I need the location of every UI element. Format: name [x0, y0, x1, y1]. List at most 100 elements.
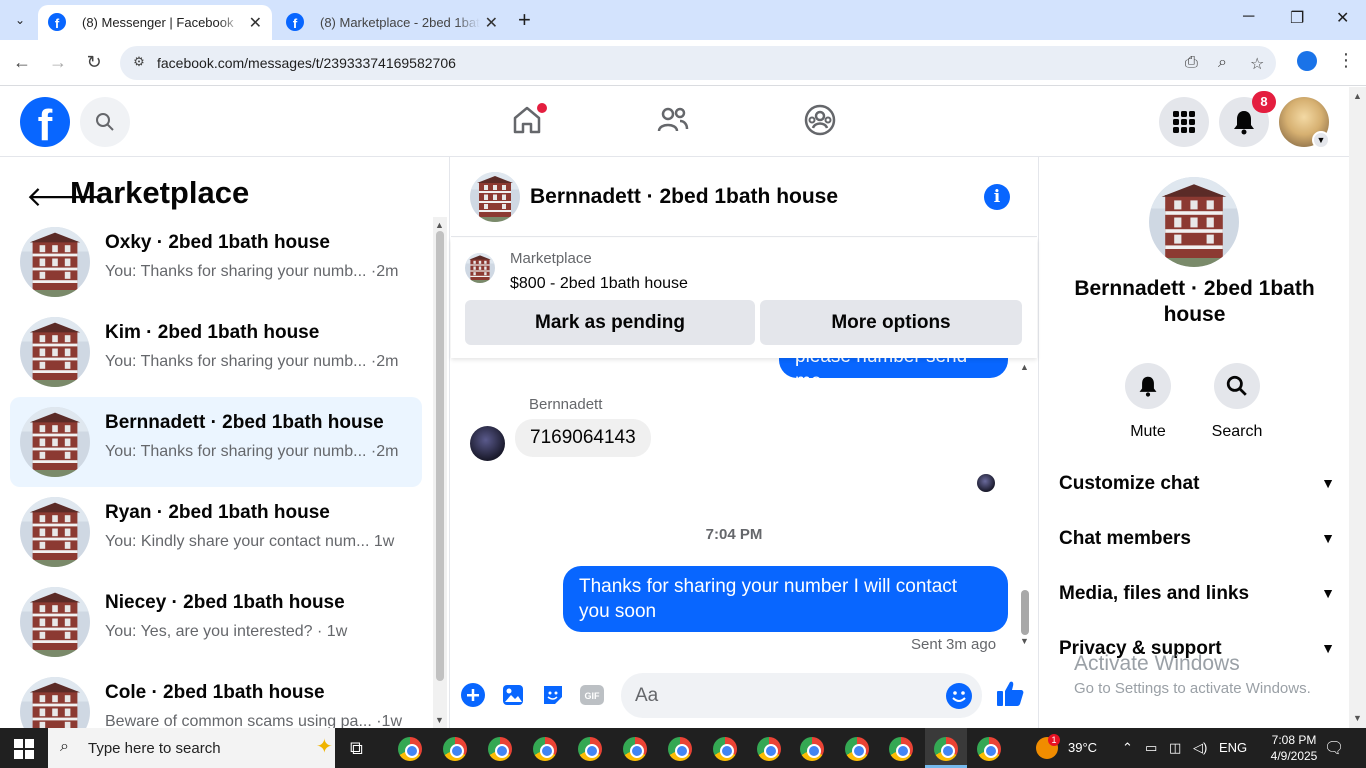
thumbs-up-icon[interactable] [995, 679, 1025, 709]
taskbar-clock[interactable]: 7:08 PM 4/9/2025 [1262, 732, 1326, 764]
network-icon[interactable]: ◫ [1169, 740, 1181, 756]
back-button[interactable]: ← [10, 52, 34, 73]
reload-button[interactable]: ↻ [82, 52, 106, 73]
conversation-item[interactable]: Cole · 2bed 1bath house Beware of common… [10, 667, 422, 728]
message-input[interactable] [635, 673, 935, 718]
outgoing-message: Thanks for sharing your number I will co… [563, 566, 1008, 632]
info-icon[interactable]: i [984, 184, 1010, 210]
tab-marketplace[interactable]: f (8) Marketplace - 2bed 1bath h ✕ [276, 5, 508, 40]
scrollbar-thumb[interactable] [436, 231, 444, 681]
page-scrollbar[interactable]: ▲ ▼ [1349, 87, 1366, 728]
restore-icon[interactable]: ❐ [1290, 8, 1304, 28]
chevron-down-icon[interactable]: ▼ [1312, 131, 1330, 149]
temperature[interactable]: 39°C [1068, 740, 1097, 755]
volume-icon[interactable]: ◁) [1193, 740, 1207, 756]
chrome-icon[interactable] [623, 737, 647, 761]
zoom-icon[interactable]: ⌕ [1218, 54, 1227, 72]
taskbar-search-placeholder: Type here to search [88, 740, 221, 757]
facebook-search-button[interactable] [80, 97, 130, 147]
mark-as-pending-button[interactable]: Mark as pending [465, 300, 755, 345]
gif-icon[interactable]: GIF [579, 682, 605, 708]
scroll-down-icon[interactable]: ▼ [1020, 636, 1029, 646]
close-window-icon[interactable]: ✕ [1336, 8, 1349, 28]
conversation-list-scrollbar[interactable]: ▲ ▼ [433, 217, 447, 728]
conversation-item[interactable]: Kim · 2bed 1bath house You: Thanks for s… [10, 307, 422, 397]
chrome-icon[interactable] [757, 737, 781, 761]
address-bar[interactable]: ⚙ facebook.com/messages/t/23933374169582… [120, 46, 1276, 80]
task-view-icon[interactable]: ⧉ [350, 738, 363, 759]
site-info-icon[interactable]: ⚙ [130, 54, 148, 72]
scroll-up-icon[interactable]: ▲ [435, 220, 444, 230]
chat-avatar-large[interactable] [1149, 177, 1239, 267]
tab-close-icon[interactable]: ✕ [249, 13, 262, 33]
tab-messenger[interactable]: f (8) Messenger | Facebook ✕ [38, 5, 272, 40]
chat-title[interactable]: Bernnadett · 2bed 1bath house [530, 185, 838, 209]
emoji-icon[interactable] [946, 683, 972, 709]
scroll-up-icon[interactable]: ▲ [1020, 362, 1029, 372]
chrome-icon[interactable] [668, 737, 692, 761]
conversation-item[interactable]: Oxky · 2bed 1bath house You: Thanks for … [10, 217, 422, 307]
scrollbar-thumb[interactable] [1021, 590, 1029, 635]
battery-icon[interactable]: ▭ [1145, 740, 1157, 756]
conversation-preview: You: Thanks for sharing your numb... ·2m [105, 353, 399, 370]
chrome-icon[interactable] [889, 737, 913, 761]
sticker-icon[interactable] [540, 682, 566, 708]
listing-title[interactable]: $800 - 2bed 1bath house [510, 275, 688, 293]
tab-close-icon[interactable]: ✕ [485, 13, 498, 33]
thread-scrollbar[interactable]: ▲ ▼ [1018, 358, 1032, 648]
windows-start-icon[interactable] [14, 739, 34, 759]
chrome-icon[interactable] [845, 737, 869, 761]
mute-button[interactable]: Mute [1108, 363, 1188, 441]
conversation-item-selected[interactable]: Bernnadett · 2bed 1bath house You: Thank… [10, 397, 422, 487]
url-text[interactable]: facebook.com/messages/t/2393337416958270… [157, 55, 456, 71]
scroll-down-icon[interactable]: ▼ [435, 715, 444, 725]
language-indicator[interactable]: ENG [1219, 740, 1247, 755]
notification-center-icon[interactable]: 🗨 [1324, 738, 1344, 758]
listing-thumbnail [20, 677, 90, 728]
chrome-icon[interactable] [934, 737, 958, 761]
chrome-icon[interactable] [443, 737, 467, 761]
nav-friends[interactable] [656, 103, 690, 142]
section-media-files-links[interactable]: Media, files and links ▼ [1059, 583, 1341, 623]
bookmark-star-icon[interactable]: ☆ [1250, 54, 1264, 74]
browser-menu-icon[interactable]: ⋮ [1337, 50, 1355, 71]
tab-search-chevron-icon[interactable]: ⌄ [8, 8, 32, 32]
install-app-icon[interactable]: ⎙ [1185, 54, 1198, 72]
section-chat-members[interactable]: Chat members ▼ [1059, 528, 1341, 568]
nav-groups[interactable] [803, 103, 837, 142]
menu-button[interactable] [1159, 97, 1209, 147]
section-customize-chat[interactable]: Customize chat ▼ [1059, 473, 1341, 513]
chevron-up-icon[interactable]: ⌃ [1122, 740, 1133, 756]
more-options-button[interactable]: More options [760, 300, 1022, 345]
forward-button[interactable]: → [46, 52, 70, 73]
conversation-item[interactable]: Ryan · 2bed 1bath house You: Kindly shar… [10, 487, 422, 577]
chrome-icon[interactable] [578, 737, 602, 761]
taskbar-search-box[interactable]: ⌕ Type here to search ✦ [48, 728, 335, 768]
browser-profile-icon[interactable] [1297, 51, 1317, 71]
new-tab-button[interactable]: + [518, 8, 531, 32]
chrome-icon[interactable] [977, 737, 1001, 761]
listing-thumbnail [20, 407, 90, 477]
search-in-chat-button[interactable]: Search [1197, 363, 1277, 441]
watermark-title: Activate Windows [1074, 652, 1240, 675]
scroll-up-icon[interactable]: ▲ [1353, 91, 1362, 101]
sender-avatar[interactable] [470, 426, 505, 461]
message-input-container[interactable] [621, 673, 982, 718]
chevron-down-icon: ▼ [1321, 585, 1335, 601]
chat-avatar[interactable] [470, 172, 520, 222]
scroll-down-icon[interactable]: ▼ [1353, 713, 1362, 723]
conversation-item[interactable]: Niecey · 2bed 1bath house You: Yes, are … [10, 577, 422, 667]
listing-thumbnail[interactable] [465, 253, 495, 283]
photo-icon[interactable] [500, 682, 526, 708]
chrome-icon[interactable] [488, 737, 512, 761]
minimize-icon[interactable]: ─ [1243, 8, 1254, 26]
watermark-subtitle: Go to Settings to activate Windows. [1074, 680, 1311, 697]
chrome-icon[interactable] [713, 737, 737, 761]
chrome-icon[interactable] [800, 737, 824, 761]
search-highlight-icon: ✦ [316, 736, 333, 758]
plus-icon[interactable] [460, 682, 486, 708]
facebook-logo[interactable]: f [20, 97, 70, 147]
chrome-icon[interactable] [533, 737, 557, 761]
chrome-icon[interactable] [398, 737, 422, 761]
activate-windows-watermark: Activate Windows Go to Settings to activ… [1074, 652, 1311, 697]
